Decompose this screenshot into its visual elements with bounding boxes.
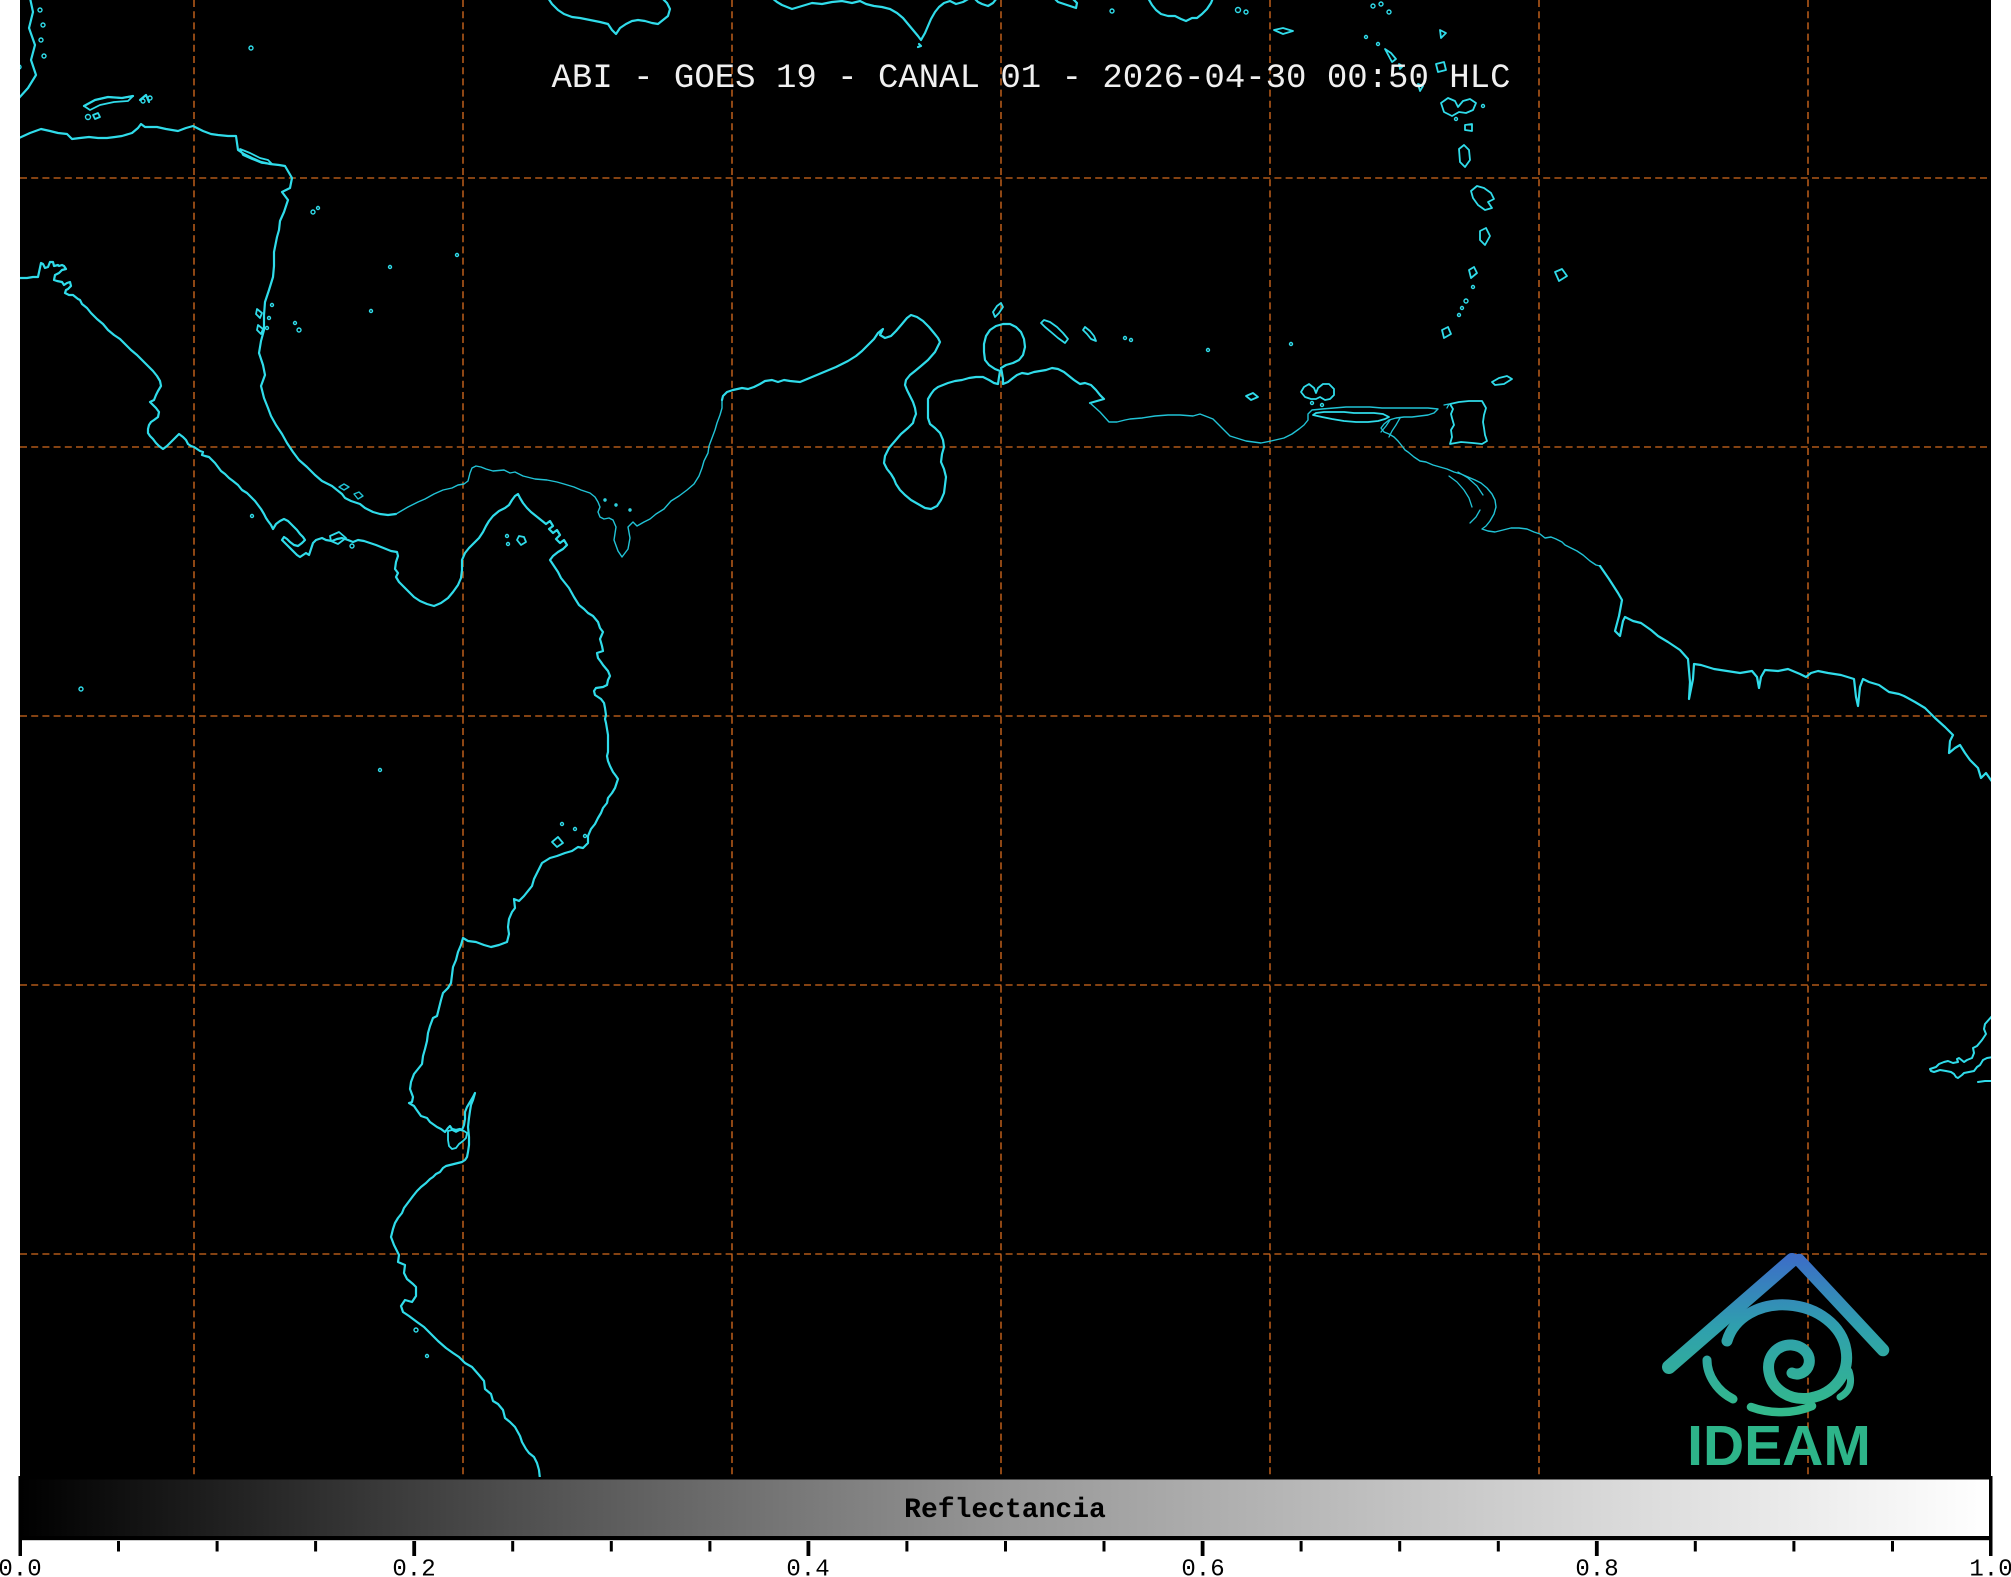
svg-text:Reflectancia: Reflectancia <box>904 1495 1106 1526</box>
svg-text:0.0: 0.0 <box>0 1557 42 1577</box>
svg-text:ABI - GOES 19 - CANAL 01 - 202: ABI - GOES 19 - CANAL 01 - 2026-04-30 00… <box>552 60 1511 98</box>
svg-text:1.0: 1.0 <box>1969 1557 2011 1577</box>
svg-text:0.8: 0.8 <box>1575 1557 1618 1577</box>
svg-text:IDEAM: IDEAM <box>1687 1414 1871 1478</box>
svg-text:0.6: 0.6 <box>1181 1557 1224 1577</box>
svg-text:0.4: 0.4 <box>786 1557 829 1577</box>
svg-text:0.2: 0.2 <box>392 1557 435 1577</box>
